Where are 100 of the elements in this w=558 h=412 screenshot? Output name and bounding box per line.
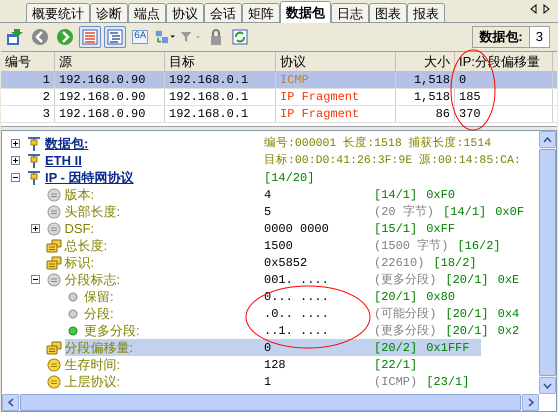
scroll-left-icon[interactable] (2, 394, 19, 411)
tree-row[interactable]: DSF: 0000 0000 [15/1] 0xFF (64, 220, 468, 237)
tree-row[interactable]: 版本: 4 [14/1] 0xF0 (64, 186, 468, 203)
field-value: 4 (264, 186, 272, 204)
byte-range: [20/1] (445, 272, 489, 288)
pin-icon (27, 170, 41, 186)
table-cell: 0 (455, 72, 553, 88)
collapse-toggle[interactable] (11, 173, 20, 182)
tree-row[interactable]: 数据包: 编号:000001 长度:1518 捕获长度:1514 (45, 135, 504, 152)
packet-summary: 编号:000001 长度:1518 捕获长度:1514 (264, 136, 492, 152)
tab[interactable]: 矩阵 (242, 3, 280, 22)
tree-row[interactable]: 生存时间: 128 [22/1] (64, 356, 430, 373)
tree-row[interactable]: 分段标志: 001. .... (更多分段) [20/1] 0xE (64, 271, 532, 288)
field-name: 分段偏移量: (64, 338, 134, 357)
tree-row[interactable]: 分段偏移量: 0 [20/2] 0x1FFF (64, 339, 482, 356)
refresh-icon (232, 29, 248, 45)
byte-range: [14/1] (443, 204, 486, 220)
field-description: (22610) (374, 254, 424, 272)
tab[interactable]: 图表 (369, 3, 407, 22)
tree-row[interactable]: 标识: 0x5852 (22610) [18/2] (64, 254, 489, 271)
field-name: 分段: (84, 304, 115, 323)
collapse-toggle[interactable] (30, 275, 40, 284)
field-value: 128 (264, 356, 287, 374)
column-header[interactable]: 源 (55, 52, 165, 71)
column-header[interactable]: 协议 (276, 52, 396, 71)
field-name: 分段标志: (64, 270, 122, 289)
column-header[interactable]: 目标 (165, 52, 276, 71)
byte-range: [22/1] (374, 356, 418, 374)
field-value: 0000 0000 (264, 220, 330, 238)
tree-row[interactable]: 总长度: 1500 (1500 字节) [16/2] (64, 237, 513, 254)
tab[interactable]: 会话 (204, 3, 242, 22)
column-header[interactable]: 编号 (1, 52, 55, 71)
toolbar-button[interactable] (29, 26, 51, 48)
tab[interactable]: 端点 (128, 3, 166, 22)
table-cell: ICMP (276, 72, 396, 88)
tree-row[interactable]: ETH II 目标:00:D0:41:26:3F:9E 源:00:14:85:CA: (45, 152, 533, 169)
list-disc-icon (46, 204, 60, 218)
table-cell: IP Fragment (276, 106, 396, 122)
field-value: 1 (264, 374, 272, 390)
field-description: (ICMP) (374, 374, 418, 390)
byte-range: [16/2] (457, 238, 501, 254)
dot-icon (68, 292, 78, 302)
expand-toggle[interactable] (30, 224, 40, 233)
tab[interactable]: 报表 (407, 3, 445, 22)
hex-value: 0x2 (498, 322, 520, 340)
field-value: 5 (264, 204, 272, 220)
scroll-right-icon[interactable] (522, 394, 539, 411)
tab-scroll-left-icon[interactable] (530, 4, 537, 14)
tree-row[interactable]: IP - 因特网协议 [14/20] (45, 169, 326, 186)
tree-view-icon (107, 29, 123, 45)
expand-toggle[interactable] (11, 139, 20, 148)
tab-scroll-right-icon[interactable] (543, 4, 550, 14)
field-description: (20 字节) (374, 204, 434, 220)
column-header[interactable]: 大小 (396, 52, 455, 71)
toolbar-button[interactable] (79, 26, 101, 48)
tree-row[interactable]: 分段: .0.. .... (可能分段) [20/1] 0x4 (84, 305, 532, 322)
tree-row[interactable]: 保留: 0... .... [20/1] 0x80 (84, 288, 468, 305)
table-cell: 3 (1, 106, 55, 122)
list-disc-icon (46, 358, 60, 372)
field-description: (可能分段) (374, 306, 436, 322)
tree-row[interactable]: 更多分段: ..1. .... (更多分段) [20/1] 0x2 (84, 322, 532, 339)
dot-icon (68, 308, 78, 318)
tree-row[interactable]: 上层协议: 1 (ICMP) [23/1] (64, 373, 482, 390)
table-cell: 192.168.0.90 (55, 106, 165, 122)
pin-icon (27, 136, 41, 152)
tab[interactable]: 协议 (166, 3, 204, 22)
byte-range: [23/1] (426, 374, 470, 390)
field-value: 1500 (264, 238, 294, 254)
field-value: 0x5852 (264, 254, 308, 272)
toolbar-button[interactable] (104, 26, 126, 48)
toolbar-button[interactable] (54, 26, 76, 48)
field-description: (更多分段) (374, 322, 436, 340)
tree-row[interactable]: 头部长度: 5 (20 字节) [14/1] 0x0F (64, 203, 536, 220)
table-row[interactable]: 1 192.168.0.90 192.168.0.1 ICMP 1,518 0 (1, 72, 557, 89)
table-row[interactable]: 3 192.168.0.90 192.168.0.1 IP Fragment 86 370 (1, 106, 557, 123)
hex-value: 0xF0 (426, 186, 456, 204)
scroll-up-icon[interactable] (539, 131, 556, 148)
byte-range: [20/1] (445, 306, 489, 322)
byte-range: [15/1] (374, 220, 418, 238)
list-disc-icon (46, 374, 60, 388)
hex-view-button[interactable]: 6A (129, 26, 151, 48)
table-cell: 2 (1, 89, 55, 105)
expand-toggle[interactable] (11, 156, 20, 165)
column-header[interactable]: IP:分段偏移量 (455, 52, 553, 71)
table-cell: 370 (455, 106, 553, 122)
byte-range: [20/1] (445, 322, 489, 340)
tab[interactable]: 概要统计 (26, 3, 90, 22)
scroll-down-icon[interactable] (539, 377, 556, 394)
tab[interactable]: 日志 (331, 3, 369, 22)
field-value: 001. .... (264, 272, 330, 288)
field-value: 0... .... (264, 288, 330, 306)
tab[interactable]: 数据包 (280, 1, 331, 23)
table-cell: 185 (455, 89, 553, 105)
table-cell: 192.168.0.1 (165, 72, 276, 88)
table-row[interactable]: 2 192.168.0.90 192.168.0.1 IP Fragment 1,518 185 (1, 89, 557, 106)
tab[interactable]: 诊断 (90, 3, 128, 22)
export-icon (6, 28, 24, 46)
list-disc-icon (46, 188, 60, 202)
hex-value: 0x1FFF (426, 340, 470, 356)
field-description: (更多分段) (374, 272, 436, 288)
